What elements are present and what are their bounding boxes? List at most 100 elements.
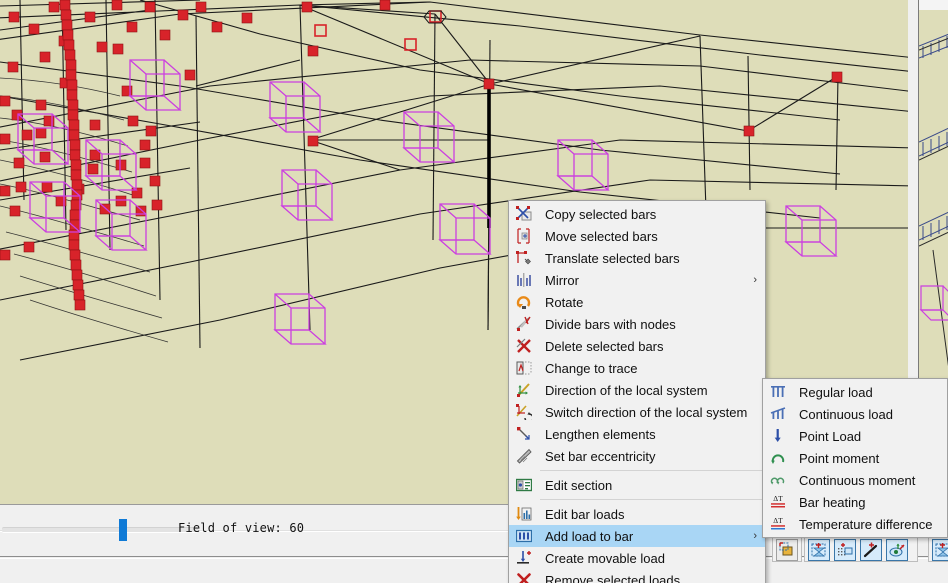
menu-item-label: Bar heating [799,494,866,510]
select-window-button[interactable] [834,539,856,561]
menu-item-edit-section[interactable]: Edit section [509,474,765,496]
edit-bar-loads-icon [516,507,532,521]
mirror-icon [517,273,531,287]
menu-item-remove-selected-loads[interactable]: Remove selected loads [509,569,765,583]
rotate-icon [516,296,531,309]
menu-item-label: Temperature difference [799,516,933,532]
edit-section-icon [509,474,539,496]
temperature-difference-icon: ΔT [771,516,785,530]
field-of-view-label: Field of view: 60 [178,521,305,535]
bar-eccentricity-icon [509,445,539,467]
copy-bars-icon [516,206,532,221]
point-load-icon [763,425,793,447]
toolbar-panel-select [804,536,918,562]
change-to-trace-icon [516,361,532,375]
delete-bars-icon [509,335,539,357]
continuous-moment-icon [770,477,785,485]
divide-bars-icon [516,316,531,331]
submenu-item-continuous-moment[interactable]: Continuous moment [763,469,947,491]
menu-item-mirror[interactable]: Mirror › [509,269,765,291]
select-visible-button[interactable] [886,539,908,561]
menu-item-label: Direction of the local system [545,382,708,398]
menu-item-label: Move selected bars [545,228,658,244]
menu-item-label: Lengthen elements [545,426,656,442]
field-of-view-slider-track[interactable] [2,527,198,533]
remove-loads-icon [517,573,531,583]
context-menu[interactable]: Copy selected bars Move selected bars Tran… [508,200,766,583]
menu-item-label: Change to trace [545,360,638,376]
menu-item-label: Mirror [545,272,579,288]
temperature-difference-icon: ΔT [763,513,793,535]
continuous-load-icon [770,407,786,419]
menu-item-rotate[interactable]: Rotate [509,291,765,313]
toolbar-panel-right [928,536,948,562]
chevron-right-icon: › [753,274,757,286]
bar-heating-icon: ΔT [763,491,793,513]
menu-item-direction-of-the-local-system[interactable]: Direction of the local system [509,379,765,401]
change-to-trace-icon [509,357,539,379]
menu-item-label: Set bar eccentricity [545,448,656,464]
menu-item-label: Add load to bar [545,528,634,544]
submenu-item-temperature-difference[interactable]: ΔT Temperature difference [763,513,947,535]
regular-load-icon [771,386,785,397]
menu-item-label: Point Load [799,428,862,444]
move-bars-icon [509,225,539,247]
submenu-item-continuous-load[interactable]: Continuous load [763,403,947,425]
field-of-view-slider-thumb[interactable] [119,519,127,541]
remove-loads-icon [509,569,539,583]
menu-item-label: Edit bar loads [545,506,625,522]
point-load-icon [774,429,781,442]
menu-item-edit-bar-loads[interactable]: Edit bar loads [509,503,765,525]
menu-item-translate-selected-bars[interactable]: Translate selected bars [509,247,765,269]
rotate-icon [509,291,539,313]
menu-item-switch-direction-of-the-local-system[interactable]: Switch direction of the local system [509,401,765,423]
lengthen-elements-icon [517,427,530,440]
menu-item-lengthen-elements[interactable]: Lengthen elements [509,423,765,445]
menu-item-label: Copy selected bars [545,206,657,222]
continuous-moment-icon [763,469,793,491]
local-system-icon [509,379,539,401]
menu-item-label: Point moment [799,450,880,466]
menu-item-label: Remove selected loads [545,572,681,583]
menu-item-set-bar-eccentricity[interactable]: Set bar eccentricity [509,445,765,467]
menu-item-label: Divide bars with nodes [545,316,676,332]
svg-text:ΔT: ΔT [773,494,783,503]
menu-item-copy-selected-bars[interactable]: Copy selected bars [509,203,765,225]
menu-item-change-to-trace[interactable]: Change to trace [509,357,765,379]
delete-bars-icon [516,338,531,353]
menu-item-label: Edit section [545,477,613,493]
select-visible-icon [889,543,905,557]
menu-item-delete-selected-bars[interactable]: Delete selected bars [509,335,765,357]
menu-item-label: Switch direction of the local system [545,404,748,420]
select-box-button[interactable] [776,539,798,561]
submenu-item-bar-heating[interactable]: ΔT Bar heating [763,491,947,513]
submenu-item-point-moment[interactable]: Point moment [763,447,947,469]
menu-item-label: Regular load [799,384,873,400]
menu-item-label: Delete selected bars [545,338,664,354]
menu-separator [540,470,765,471]
deselect-all-button[interactable] [808,539,830,561]
add-load-to-bar-icon [516,529,532,543]
submenu-item-point-load[interactable]: Point Load [763,425,947,447]
copy-bars-icon [509,203,539,225]
select-by-line-button[interactable] [860,539,882,561]
menu-item-add-load-to-bar[interactable]: Add load to bar › [509,525,765,547]
submenu-item-regular-load[interactable]: Regular load [763,381,947,403]
regular-load-icon [763,381,793,403]
divide-bars-icon [509,313,539,335]
menu-separator [540,499,765,500]
move-bars-icon [517,228,530,244]
edit-bar-loads-icon [509,503,539,525]
add-load-to-bar-submenu[interactable]: Regular load Continuous load Point Load Poi… [762,378,948,538]
menu-item-move-selected-bars[interactable]: Move selected bars [509,225,765,247]
translate-bars-icon [509,247,539,269]
deselect-all-icon [935,543,948,557]
switch-local-system-icon [509,401,539,423]
menu-item-create-movable-load[interactable]: Create movable load [509,547,765,569]
secondary-deselect-button[interactable] [932,539,948,561]
deselect-all-icon [811,543,826,557]
menu-item-label: Rotate [545,294,584,310]
select-line-icon [863,542,878,558]
menu-item-divide-bars-with-nodes[interactable]: Divide bars with nodes [509,313,765,335]
menu-item-label: Continuous moment [799,472,916,488]
